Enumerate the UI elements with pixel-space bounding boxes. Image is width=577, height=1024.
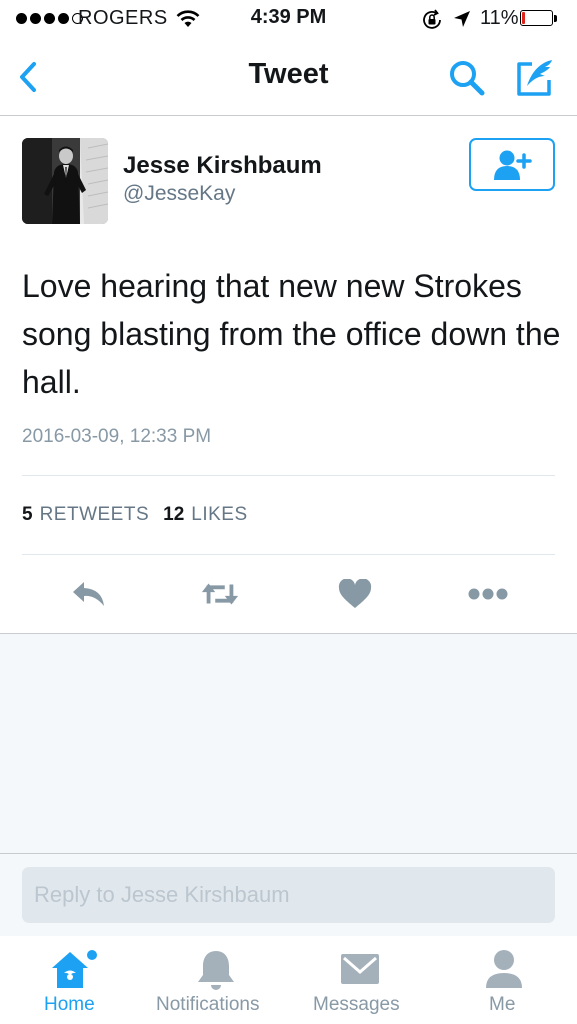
follow-button[interactable] [469,138,555,191]
retweet-button[interactable] [200,576,240,612]
retweet-icon [201,583,239,605]
tab-home[interactable]: Home [22,936,122,1024]
author-name[interactable]: Jesse Kirshbaum [123,152,322,180]
author-handle[interactable]: @JesseKay [123,182,235,206]
person-icon [486,950,522,988]
tab-me-label: Me [489,994,516,1015]
tweet-actions [0,556,577,634]
divider [22,475,555,476]
search-icon [450,61,485,96]
tab-home-label: Home [44,994,95,1015]
more-dots-icon [468,588,508,600]
tab-notifications-label: Notifications [156,994,260,1015]
reply-input[interactable] [22,867,555,923]
status-bar: ROGERS 4:39 PM 11% [0,0,577,38]
avatar-photo [22,138,108,224]
empty-content-area [0,634,577,854]
retweets-count: 5 [22,504,33,525]
battery-percent: 11% [480,7,519,29]
tweet-text: Love hearing that new new Strokes song b… [22,268,561,400]
battery-tip [554,15,557,22]
like-button[interactable] [335,576,375,612]
tab-messages-label: Messages [313,994,400,1015]
compose-tweet-button[interactable] [512,56,558,100]
bottom-tab-bar: Home Notifications Messages Me [0,936,577,1024]
add-user-icon [494,150,532,180]
reply-button[interactable] [70,576,110,612]
location-arrow-icon [454,11,470,27]
navigation-bar: Tweet [0,38,577,116]
tab-notifications[interactable]: Notifications [150,936,282,1024]
orientation-lock-icon [423,9,441,29]
home-icon [52,950,97,988]
likes-stat[interactable]: 12 LIKES [163,504,248,526]
tab-me[interactable]: Me [460,936,550,1024]
search-button[interactable] [446,58,488,100]
like-heart-icon [338,579,372,608]
reply-icon [73,582,104,606]
more-options-button[interactable] [468,576,508,612]
tab-messages[interactable]: Messages [305,936,415,1024]
tweet-timestamp: 2016-03-09, 12:33 PM [22,426,212,447]
author-avatar[interactable] [22,138,108,224]
retweets-label: RETWEETS [39,504,150,525]
tweet-stats: 5 RETWEETS 12 LIKES [22,504,248,526]
compose-tweet-icon [517,60,552,96]
bell-icon [198,951,234,990]
likes-count: 12 [163,504,185,525]
divider [22,554,555,555]
reply-bar [0,854,577,936]
battery-icon [520,10,553,26]
envelope-icon [341,954,379,984]
likes-label: LIKES [191,504,248,525]
battery-level-fill [522,12,526,24]
page-title: Tweet [248,58,329,90]
retweets-stat[interactable]: 5 RETWEETS [22,504,149,526]
